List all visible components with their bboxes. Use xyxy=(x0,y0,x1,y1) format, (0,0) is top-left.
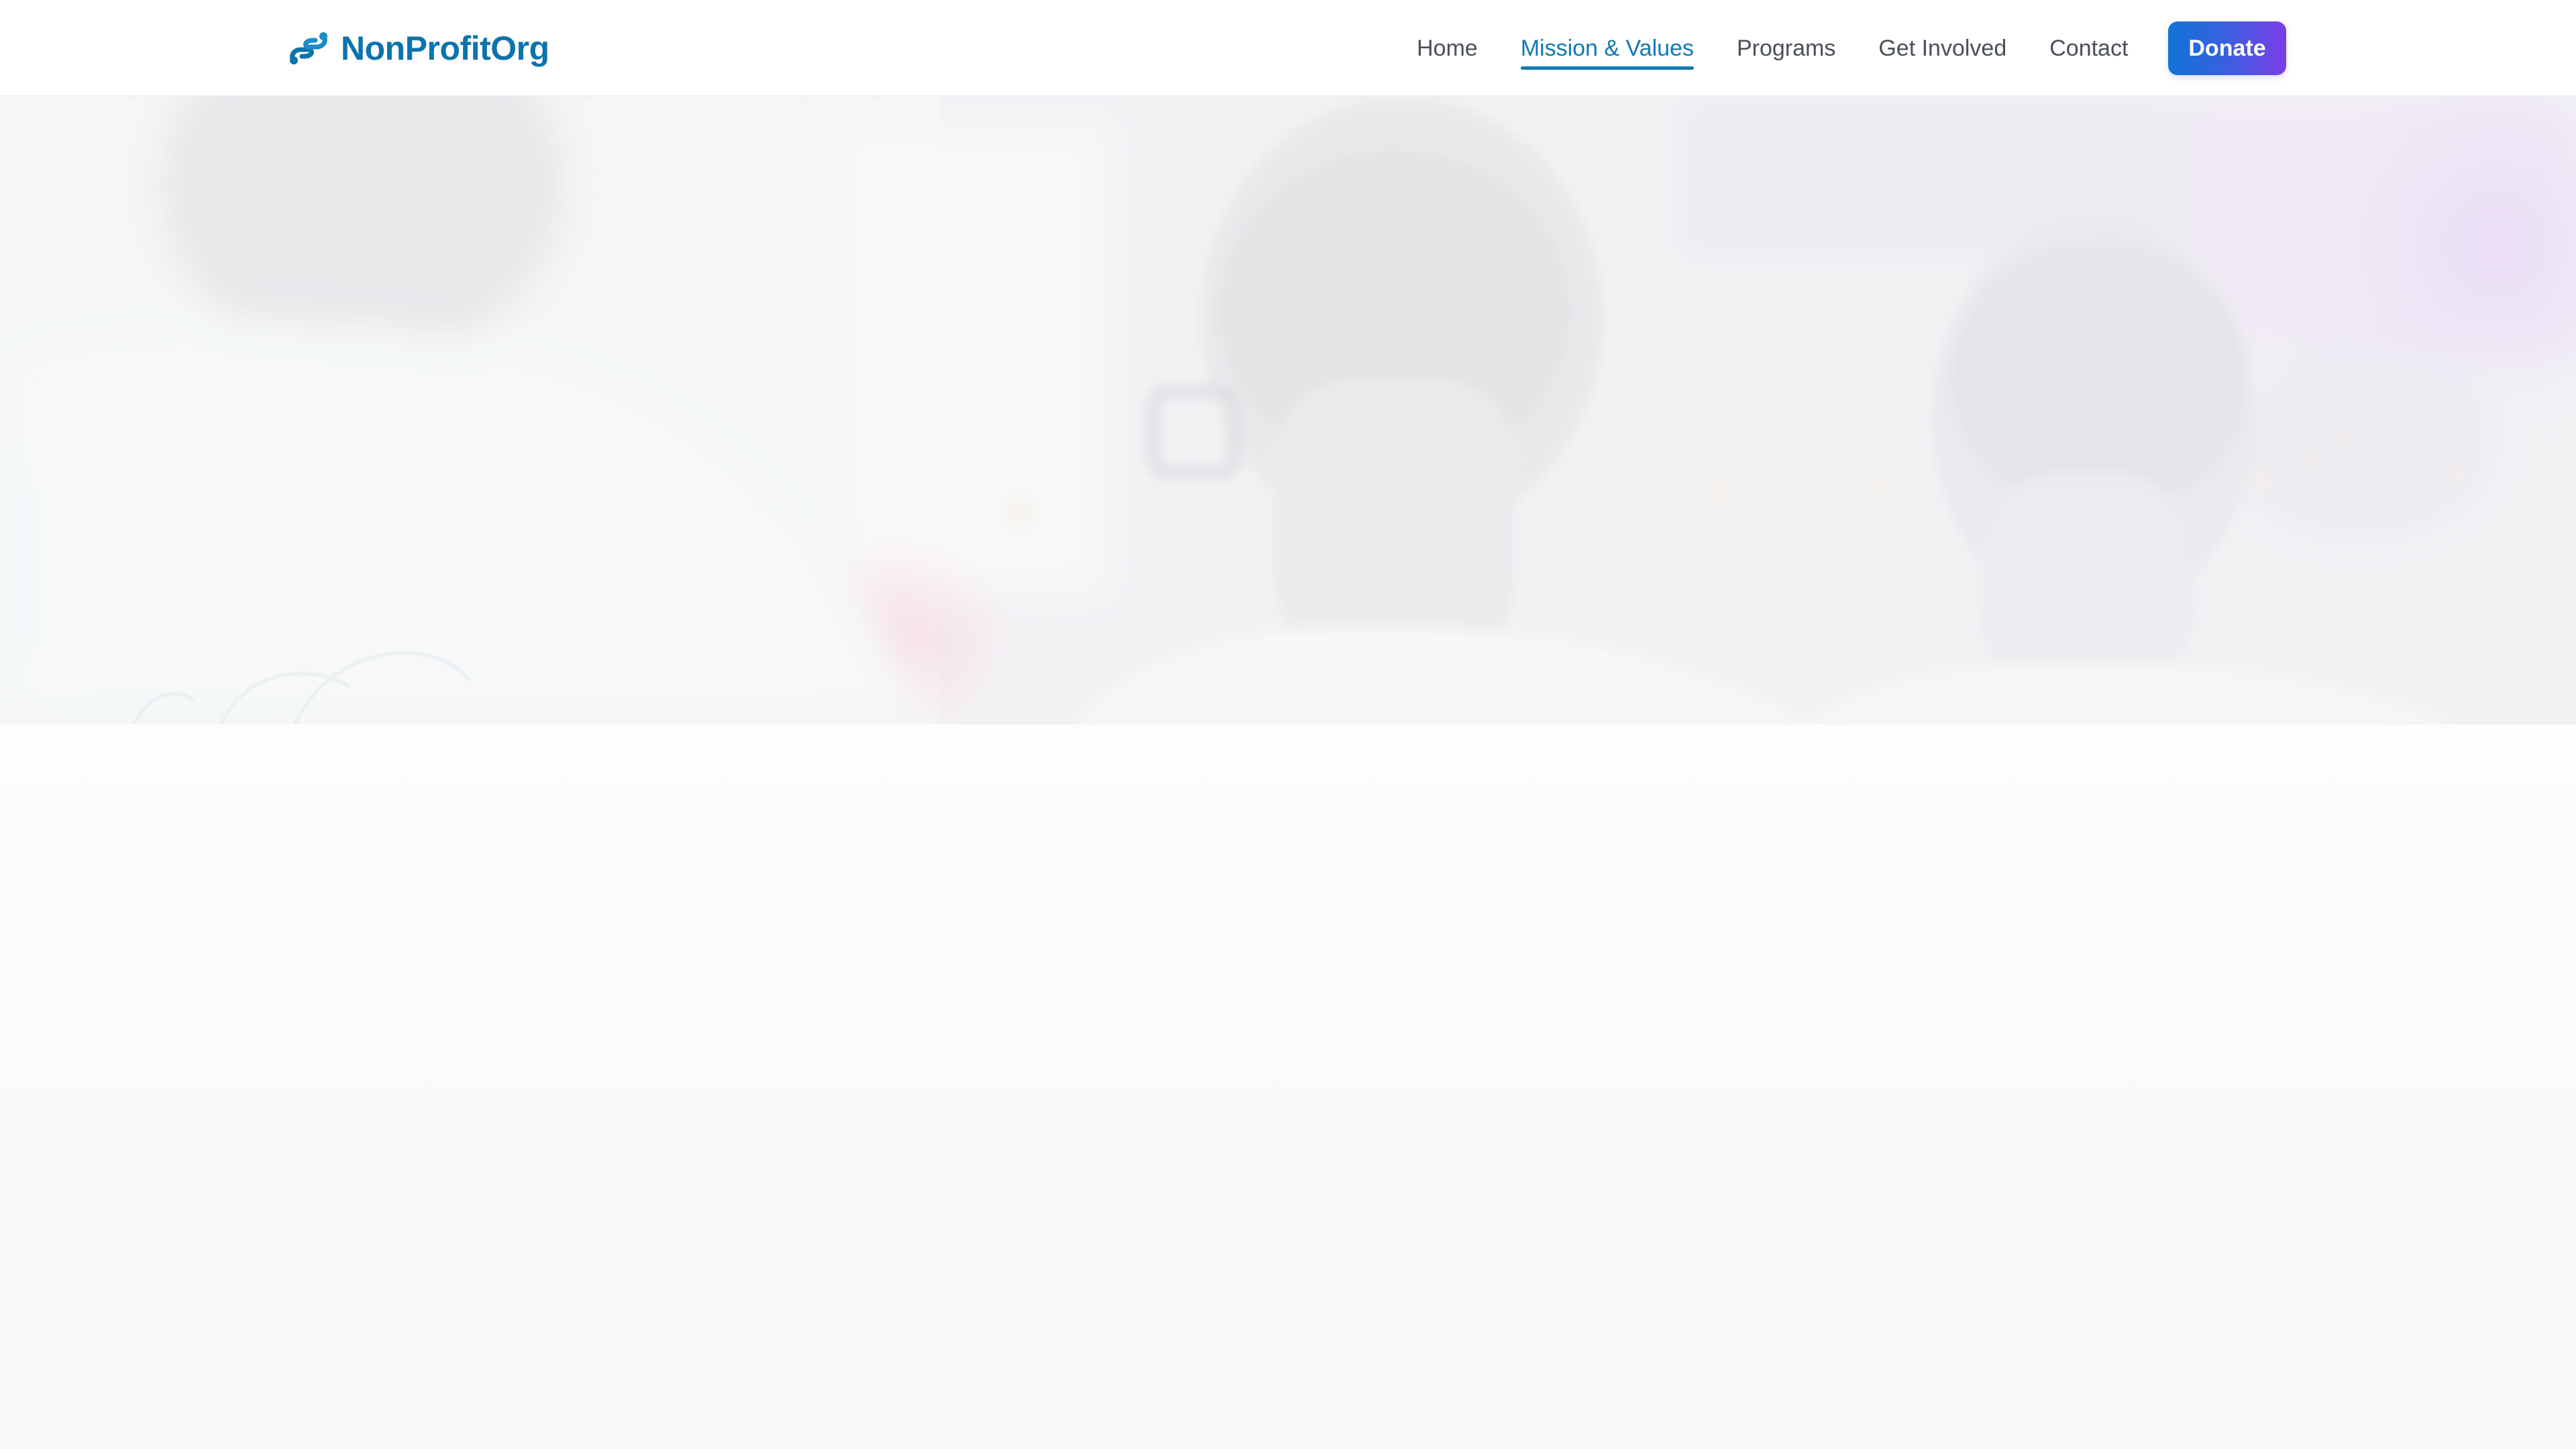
hero-background-image xyxy=(0,97,2576,724)
donate-button[interactable]: Donate xyxy=(2168,21,2286,75)
site-header: NonProfitOrg Home Mission & Values Progr… xyxy=(0,0,2576,97)
nav-item-home[interactable]: Home xyxy=(1417,34,1478,63)
nav-item-contact[interactable]: Contact xyxy=(2049,34,2128,63)
hero-banner xyxy=(0,97,2576,724)
main-content xyxy=(0,724,2576,1449)
brand-name: NonProfitOrg xyxy=(341,30,549,67)
brand-logo-link[interactable]: NonProfitOrg xyxy=(288,24,549,72)
main-nav: Home Mission & Values Programs Get Invol… xyxy=(1417,0,2171,97)
nav-item-get-involved[interactable]: Get Involved xyxy=(1878,34,2006,63)
helping-hands-icon xyxy=(290,32,327,64)
nav-item-programs[interactable]: Programs xyxy=(1737,34,1835,63)
nav-item-mission-values[interactable]: Mission & Values xyxy=(1520,34,1695,70)
